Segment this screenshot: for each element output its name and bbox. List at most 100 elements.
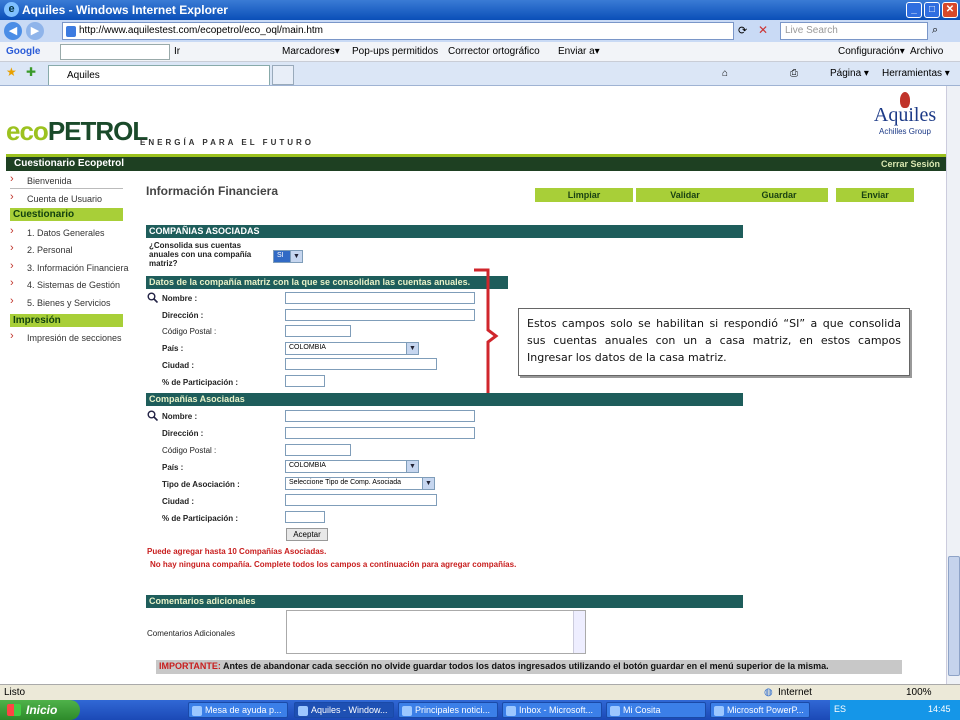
chevron-right-icon: › xyxy=(10,260,14,272)
popups-button[interactable]: Pop-ups permitidos xyxy=(352,46,438,57)
enviar-menu[interactable]: Enviar a▾ xyxy=(558,46,600,57)
configuracion-menu[interactable]: Configuración▾ xyxy=(838,46,905,57)
minimize-button[interactable]: _ xyxy=(906,2,922,18)
refresh-icon[interactable]: ⟳ xyxy=(738,24,747,37)
asoc-direccion-input[interactable] xyxy=(285,427,475,439)
matriz-ciudad-label: Ciudad : xyxy=(162,361,194,370)
title-bar: e Aquiles - Windows Internet Explorer _ … xyxy=(0,0,960,20)
page-scrollbar[interactable] xyxy=(946,86,960,684)
info-no-companias: No hay ninguna compañía. Complete todos … xyxy=(150,560,517,569)
scrollbar-thumb[interactable] xyxy=(948,556,960,676)
matriz-participacion-input[interactable] xyxy=(285,375,325,387)
chevron-right-icon: › xyxy=(10,173,14,185)
chevron-right-icon: › xyxy=(10,191,14,203)
asoc-nombre-label: Nombre : xyxy=(162,412,198,421)
marcadores-menu[interactable]: Marcadores▾ xyxy=(282,46,340,57)
page-content: ecoPETROL ENERGÍA PARA EL FUTURO Aquiles… xyxy=(0,86,946,684)
stop-icon[interactable]: ✕ xyxy=(758,23,768,37)
matriz-pais-select[interactable]: COLOMBIA ▼ xyxy=(285,342,419,355)
app-icon xyxy=(402,706,412,716)
chevron-right-icon: › xyxy=(10,277,14,289)
matriz-ciudad-input[interactable] xyxy=(285,358,437,370)
flame-icon xyxy=(900,92,910,108)
chevron-right-icon: › xyxy=(10,225,14,237)
aceptar-button[interactable]: Aceptar xyxy=(286,528,328,541)
matriz-pais-label: País : xyxy=(162,344,184,353)
globe-icon: ◍ xyxy=(764,687,773,698)
taskbar-item[interactable]: Inbox - Microsoft... xyxy=(502,702,602,718)
callout-note: Estos campos solo se habilitan si respon… xyxy=(518,308,910,376)
matriz-participacion-label: % de Participación : xyxy=(162,378,239,387)
limpiar-button[interactable]: Limpiar xyxy=(535,188,633,202)
forward-icon[interactable]: ▶ xyxy=(26,22,44,40)
textarea-scrollbar[interactable] xyxy=(573,611,585,653)
enviar-button[interactable]: Enviar xyxy=(836,188,914,202)
tab-row: ★ ✚ Aquiles ⌂ ⎙ Página ▾ Herramientas ▾ xyxy=(0,62,960,86)
logout-link[interactable]: Cerrar Sesión xyxy=(881,159,940,169)
tab-aquiles[interactable]: Aquiles xyxy=(48,65,270,85)
windows-flag-icon xyxy=(7,704,21,716)
close-button[interactable]: ✕ xyxy=(942,2,958,18)
taskbar-item[interactable]: Mi Cosita xyxy=(606,702,706,718)
new-tab-button[interactable] xyxy=(272,65,294,85)
section-companias-asociadas-2: Compañías Asociadas xyxy=(146,393,743,406)
asoc-cp-label: Código Postal : xyxy=(162,446,217,455)
search-icon[interactable]: ⌕ xyxy=(932,24,938,37)
matriz-direccion-input[interactable] xyxy=(285,309,475,321)
zoom-level[interactable]: 100% xyxy=(906,687,932,698)
ir-button[interactable]: Ir xyxy=(174,46,180,57)
section-comentarios: Comentarios adicionales xyxy=(146,595,743,608)
consolida-select[interactable]: SI ▼ xyxy=(273,250,303,263)
validar-button[interactable]: Validar xyxy=(636,188,734,202)
chevron-right-icon: › xyxy=(10,242,14,254)
favorites-icon[interactable]: ★ xyxy=(6,65,17,79)
app-icon xyxy=(192,706,202,716)
matriz-nombre-label: Nombre : xyxy=(162,294,198,303)
start-button[interactable]: Inicio xyxy=(0,700,80,720)
taskbar-item[interactable]: Mesa de ayuda p... xyxy=(188,702,288,718)
search-icon[interactable] xyxy=(147,410,158,421)
app-icon xyxy=(714,706,724,716)
back-icon[interactable]: ◀ xyxy=(4,22,22,40)
herramientas-menu[interactable]: Herramientas ▾ xyxy=(882,68,950,79)
chevron-right-icon: › xyxy=(10,295,14,307)
search-input[interactable]: Live Search xyxy=(780,22,928,40)
taskbar-item[interactable]: Aquiles - Window... xyxy=(294,702,394,718)
asoc-pais-select[interactable]: COLOMBIA ▼ xyxy=(285,460,419,473)
ie-icon: e xyxy=(4,2,19,17)
matriz-nombre-input[interactable] xyxy=(285,292,475,304)
asoc-cp-input[interactable] xyxy=(285,444,351,456)
asoc-ciudad-input[interactable] xyxy=(285,494,437,506)
google-search-input[interactable] xyxy=(60,44,170,60)
search-icon[interactable] xyxy=(147,292,158,303)
important-note: IMPORTANTE: Antes de abandonar cada secc… xyxy=(156,660,902,674)
language-indicator[interactable]: ES xyxy=(834,704,846,714)
clock: 14:45 xyxy=(928,704,951,714)
matriz-cp-input[interactable] xyxy=(285,325,351,337)
maximize-button[interactable]: □ xyxy=(924,2,940,18)
add-favorite-icon[interactable]: ✚ xyxy=(26,65,36,79)
comentarios-textarea[interactable] xyxy=(286,610,586,654)
google-logo: Google xyxy=(6,46,41,57)
guardar-button[interactable]: Guardar xyxy=(730,188,828,202)
address-bar[interactable]: http://www.aquilestest.com/ecopetrol/eco… xyxy=(62,22,734,40)
corrector-button[interactable]: Corrector ortográfico xyxy=(448,46,540,57)
zone-text: Internet xyxy=(778,687,812,698)
matriz-direccion-label: Dirección : xyxy=(162,311,204,320)
asoc-tipo-select[interactable]: Seleccione Tipo de Comp. Asociada ▼ xyxy=(285,477,435,490)
pagina-menu[interactable]: Página ▾ xyxy=(830,68,869,79)
system-tray: ES 14:45 xyxy=(830,700,960,720)
taskbar-item[interactable]: Microsoft PowerP... xyxy=(710,702,810,718)
asoc-participacion-input[interactable] xyxy=(285,511,325,523)
consolida-question: ¿Consolida sus cuentas anuales con una c… xyxy=(149,241,252,268)
print-icon[interactable]: ⎙ xyxy=(790,68,798,79)
chevron-down-icon: ▼ xyxy=(422,478,434,489)
taskbar-item[interactable]: Principales notici... xyxy=(398,702,498,718)
archivo-menu[interactable]: Archivo xyxy=(910,46,943,57)
home-icon[interactable]: ⌂ xyxy=(722,68,728,79)
app-icon xyxy=(298,706,308,716)
asoc-participacion-label: % de Participación : xyxy=(162,514,239,523)
comentarios-label: Comentarios Adicionales xyxy=(147,629,236,638)
asoc-nombre-input[interactable] xyxy=(285,410,475,422)
google-toolbar: Google Ir Marcadores▾ Pop-ups permitidos… xyxy=(0,42,960,62)
